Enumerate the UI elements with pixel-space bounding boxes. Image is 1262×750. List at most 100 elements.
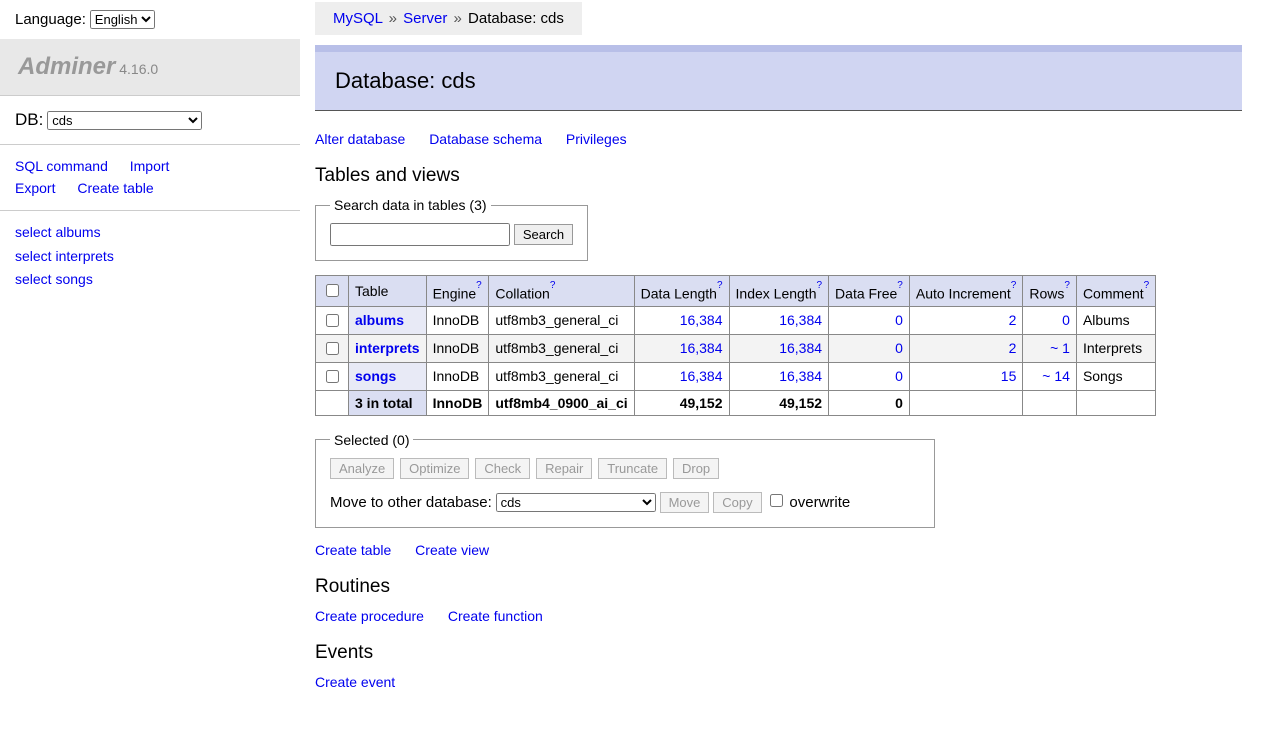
help-icon[interactable]: ? [1144, 280, 1150, 291]
language-select[interactable]: English [90, 10, 155, 29]
language-label: Language: [15, 11, 86, 28]
col-table: Table [349, 276, 427, 307]
crumb-db: Database: cds [468, 10, 564, 27]
selected-legend: Selected (0) [330, 432, 413, 448]
create-table-link[interactable]: Create table [315, 542, 391, 558]
create-view-link[interactable]: Create view [415, 542, 489, 558]
row-table-name: albums [349, 306, 427, 334]
drop-button[interactable]: Drop [673, 458, 719, 479]
row-data-length: 16,384 [634, 306, 729, 334]
help-icon[interactable]: ? [1064, 280, 1070, 291]
row-index-length: 16,384 [729, 334, 829, 362]
footer-il: 49,152 [729, 390, 829, 415]
selected-fieldset: Selected (0) Analyze Optimize Check Repa… [315, 432, 935, 528]
row-data-free: 0 [829, 334, 910, 362]
search-legend: Search data in tables (3) [330, 197, 491, 213]
help-icon[interactable]: ? [1011, 280, 1017, 291]
row-index-length: 16,384 [729, 362, 829, 390]
row-rows: ~ 14 [1023, 362, 1077, 390]
events-heading: Events [315, 642, 1242, 664]
table-link[interactable]: interprets [355, 340, 420, 356]
row-table-name: interprets [349, 334, 427, 362]
sidebar-table-link[interactable]: select albums [15, 221, 285, 245]
alter-database-link[interactable]: Alter database [315, 131, 405, 147]
row-collation: utf8mb3_general_ci [489, 362, 634, 390]
sidebar-table-link[interactable]: select interprets [15, 245, 285, 269]
row-engine: InnoDB [426, 334, 489, 362]
row-checkbox[interactable] [326, 314, 339, 327]
help-icon[interactable]: ? [476, 280, 482, 291]
footer-dl: 49,152 [634, 390, 729, 415]
select-all-checkbox[interactable] [326, 284, 339, 297]
create-event-link[interactable]: Create event [315, 674, 395, 690]
table-link[interactable]: songs [355, 368, 396, 384]
row-collation: utf8mb3_general_ci [489, 306, 634, 334]
col-checkbox [316, 276, 349, 307]
row-data-free: 0 [829, 362, 910, 390]
export-link[interactable]: Export [15, 180, 55, 196]
row-collation: utf8mb3_general_ci [489, 334, 634, 362]
app-name: Adminer [18, 53, 115, 80]
col-engine: Engine? [426, 276, 489, 307]
create-procedure-link[interactable]: Create procedure [315, 608, 424, 624]
row-engine: InnoDB [426, 306, 489, 334]
help-icon[interactable]: ? [717, 280, 723, 291]
import-link[interactable]: Import [130, 158, 170, 174]
help-icon[interactable]: ? [897, 280, 903, 291]
table-link[interactable]: albums [355, 312, 404, 328]
analyze-button[interactable]: Analyze [330, 458, 394, 479]
help-icon[interactable]: ? [816, 280, 822, 291]
row-rows: ~ 1 [1023, 334, 1077, 362]
table-row: albumsInnoDButf8mb3_general_ci16,38416,3… [316, 306, 1156, 334]
db-select[interactable]: cds [47, 111, 202, 130]
optimize-button[interactable]: Optimize [400, 458, 469, 479]
tables-table: Table Engine? Collation? Data Length? In… [315, 275, 1156, 416]
col-data-free: Data Free? [829, 276, 910, 307]
sql-command-link[interactable]: SQL command [15, 158, 108, 174]
overwrite-label: overwrite [789, 494, 850, 511]
row-data-free: 0 [829, 306, 910, 334]
search-fieldset: Search data in tables (3) [315, 197, 588, 261]
help-icon[interactable]: ? [550, 280, 556, 291]
row-index-length: 16,384 [729, 306, 829, 334]
row-auto-increment: 2 [909, 306, 1023, 334]
row-engine: InnoDB [426, 362, 489, 390]
logo: Adminer 4.16.0 [0, 39, 300, 96]
col-comment: Comment? [1076, 276, 1155, 307]
create-table-sidebar-link[interactable]: Create table [77, 180, 153, 196]
privileges-link[interactable]: Privileges [566, 131, 627, 147]
footer-df: 0 [829, 390, 910, 415]
row-checkbox[interactable] [326, 342, 339, 355]
app-version: 4.16.0 [119, 61, 158, 77]
row-comment: Albums [1076, 306, 1155, 334]
row-checkbox[interactable] [326, 370, 339, 383]
search-button[interactable] [514, 224, 573, 245]
move-db-select[interactable]: cds [496, 493, 656, 512]
overwrite-checkbox[interactable] [770, 494, 783, 507]
page-title: Database: cds [315, 45, 1242, 111]
row-comment: Interprets [1076, 334, 1155, 362]
footer-blank [316, 390, 349, 415]
copy-button[interactable]: Copy [713, 492, 761, 513]
row-checkbox-cell [316, 362, 349, 390]
truncate-button[interactable]: Truncate [598, 458, 667, 479]
sidebar-table-link[interactable]: select songs [15, 268, 285, 292]
repair-button[interactable]: Repair [536, 458, 592, 479]
table-row: songsInnoDButf8mb3_general_ci16,38416,38… [316, 362, 1156, 390]
row-table-name: songs [349, 362, 427, 390]
col-data-length: Data Length? [634, 276, 729, 307]
footer-total-label: 3 in total [349, 390, 427, 415]
check-button[interactable]: Check [475, 458, 530, 479]
footer-collation: utf8mb4_0900_ai_ci [489, 390, 634, 415]
row-auto-increment: 2 [909, 334, 1023, 362]
row-data-length: 16,384 [634, 362, 729, 390]
database-schema-link[interactable]: Database schema [429, 131, 542, 147]
create-function-link[interactable]: Create function [448, 608, 543, 624]
move-button[interactable]: Move [660, 492, 710, 513]
crumb-mysql[interactable]: MySQL [333, 10, 382, 27]
row-checkbox-cell [316, 334, 349, 362]
search-input[interactable] [330, 223, 510, 246]
footer-engine: InnoDB [426, 390, 489, 415]
routines-heading: Routines [315, 576, 1242, 598]
crumb-server[interactable]: Server [403, 10, 447, 27]
